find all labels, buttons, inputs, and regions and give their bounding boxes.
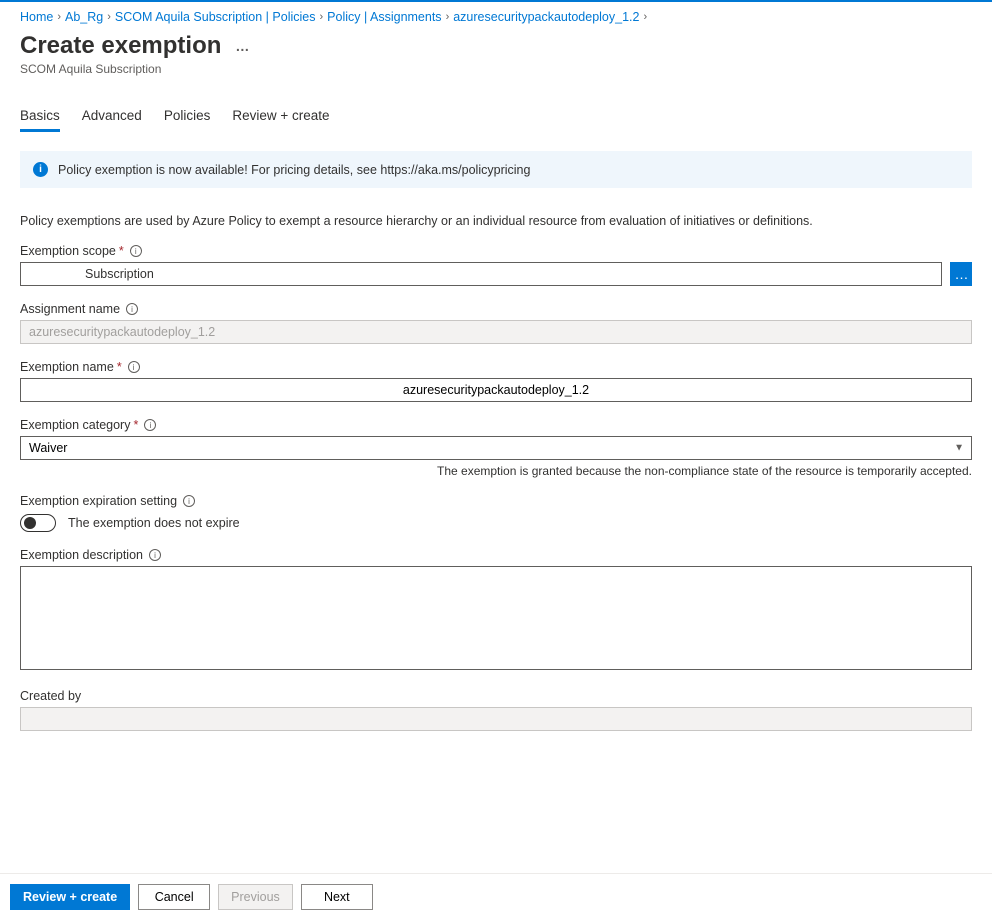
info-banner: i Policy exemption is now available! For… [20, 151, 972, 188]
label-exemption-category: Exemption category * i [20, 418, 972, 432]
chevron-right-icon: › [319, 11, 323, 23]
tab-policies[interactable]: Policies [164, 102, 211, 132]
exemption-name-input[interactable] [20, 378, 972, 402]
assignment-name-input [20, 320, 972, 344]
breadcrumb-policy-assignments[interactable]: Policy | Assignments [327, 10, 441, 24]
info-icon[interactable]: i [149, 549, 161, 561]
label-created-by: Created by [20, 689, 972, 703]
chevron-right-icon: › [446, 11, 450, 23]
required-marker: * [117, 360, 122, 374]
chevron-right-icon: › [643, 11, 647, 23]
breadcrumb-assignment-name[interactable]: azuresecuritypackautodeploy_1.2 [453, 10, 639, 24]
ellipsis-icon: … [955, 266, 968, 282]
review-create-button[interactable]: Review + create [10, 884, 130, 910]
tab-bar: Basics Advanced Policies Review + create [20, 102, 972, 133]
page-description: Policy exemptions are used by Azure Poli… [20, 214, 972, 228]
page-title-text: Create exemption [20, 32, 221, 60]
info-icon[interactable]: i [128, 361, 140, 373]
breadcrumb-ab-rg[interactable]: Ab_Rg [65, 10, 103, 24]
chevron-right-icon: › [107, 11, 111, 23]
breadcrumb: Home › Ab_Rg › SCOM Aquila Subscription … [20, 2, 972, 28]
required-marker: * [133, 418, 138, 432]
expiration-toggle-label: The exemption does not expire [68, 516, 240, 530]
breadcrumb-home[interactable]: Home [20, 10, 53, 24]
toggle-knob [24, 517, 36, 529]
created-by-input [20, 707, 972, 731]
info-icon[interactable]: i [183, 495, 195, 507]
info-icon[interactable]: i [126, 303, 138, 315]
info-icon[interactable]: i [130, 245, 142, 257]
required-marker: * [119, 244, 124, 258]
more-actions-icon[interactable]: … [235, 38, 250, 54]
exemption-scope-input[interactable] [20, 262, 942, 286]
label-exemption-scope: Exemption scope * i [20, 244, 972, 258]
breadcrumb-subscription-policies[interactable]: SCOM Aquila Subscription | Policies [115, 10, 316, 24]
label-expiration-setting: Exemption expiration setting i [20, 494, 972, 508]
exemption-category-select[interactable]: Waiver [20, 436, 972, 460]
label-exemption-name: Exemption name * i [20, 360, 972, 374]
info-banner-text: Policy exemption is now available! For p… [58, 163, 530, 177]
label-exemption-description: Exemption description i [20, 548, 972, 562]
label-assignment-name: Assignment name i [20, 302, 972, 316]
category-helper-text: The exemption is granted because the non… [20, 464, 972, 478]
tab-basics[interactable]: Basics [20, 102, 60, 132]
scope-picker-button[interactable]: … [950, 262, 972, 286]
page-title: Create exemption … [20, 32, 972, 60]
info-icon[interactable]: i [144, 419, 156, 431]
chevron-right-icon: › [57, 11, 61, 23]
tab-review-create[interactable]: Review + create [232, 102, 329, 132]
tab-advanced[interactable]: Advanced [82, 102, 142, 132]
next-button[interactable]: Next [301, 884, 373, 910]
cancel-button[interactable]: Cancel [138, 884, 210, 910]
expiration-toggle[interactable] [20, 514, 56, 532]
page-subtitle: SCOM Aquila Subscription [20, 62, 972, 76]
footer-action-bar: Review + create Cancel Previous Next [0, 873, 992, 920]
exemption-description-textarea[interactable] [20, 566, 972, 670]
previous-button: Previous [218, 884, 293, 910]
info-icon: i [33, 162, 48, 177]
